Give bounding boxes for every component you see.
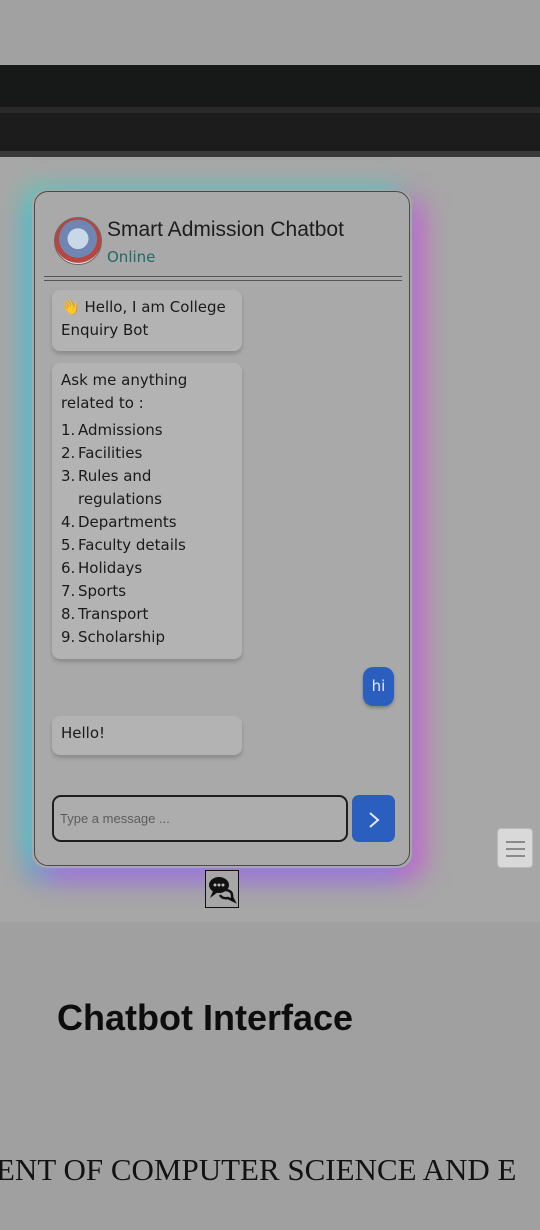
list-item: 6. Holidays <box>61 559 143 577</box>
list-item: 2. Facilities <box>61 444 143 462</box>
user-message: hi <box>363 667 394 706</box>
college-logo <box>54 217 102 265</box>
chat-bubbles-icon <box>209 877 237 904</box>
section-heading: Chatbot Interface <box>57 997 354 1038</box>
send-button[interactable] <box>352 795 395 842</box>
topics-list: 1. Admissions 2. Facilities 3. Rules and re… <box>61 419 233 649</box>
list-item: 3. Rules and regulations <box>61 467 163 508</box>
chat-toggle-button[interactable] <box>205 870 239 908</box>
greeting-text: Hello, I am College Enquiry Bot <box>61 298 226 339</box>
waving-hand-icon: 👋 <box>61 298 80 316</box>
topics-intro: Ask me anything related to : <box>61 371 188 412</box>
top-margin <box>0 0 540 65</box>
hamburger-icon <box>506 855 525 857</box>
bot-message-greeting: 👋 Hello, I am College Enquiry Bot <box>52 290 242 351</box>
list-item: 5. Faculty details <box>61 536 186 554</box>
browser-toolbar <box>0 65 540 107</box>
header-divider <box>44 276 402 281</box>
status-badge: Online <box>107 248 156 266</box>
list-item: 9. Scholarship <box>61 628 165 646</box>
list-item: 7. Sports <box>61 582 127 600</box>
menu-button[interactable] <box>497 828 533 868</box>
hamburger-icon <box>506 848 525 850</box>
page: Smart Admission Chatbot Online 👋 Hello, … <box>0 0 540 1230</box>
hamburger-icon <box>506 841 525 843</box>
list-item: 8. Transport <box>61 605 149 623</box>
chat-header: Smart Admission Chatbot Online <box>35 192 409 278</box>
chat-window: Smart Admission Chatbot Online 👋 Hello, … <box>34 191 410 866</box>
list-item: 1. Admissions <box>61 421 163 439</box>
chat-title: Smart Admission Chatbot <box>107 218 344 241</box>
site-navbar <box>0 113 540 151</box>
bot-message-topics: Ask me anything related to : 1. Admission… <box>52 363 242 659</box>
list-item: 4. Departments <box>61 513 177 531</box>
chevron-right-icon <box>368 812 380 828</box>
department-banner-text: ENT OF COMPUTER SCIENCE AND E <box>0 1152 517 1187</box>
bot-message-reply: Hello! <box>52 716 242 755</box>
message-input[interactable] <box>52 795 348 842</box>
